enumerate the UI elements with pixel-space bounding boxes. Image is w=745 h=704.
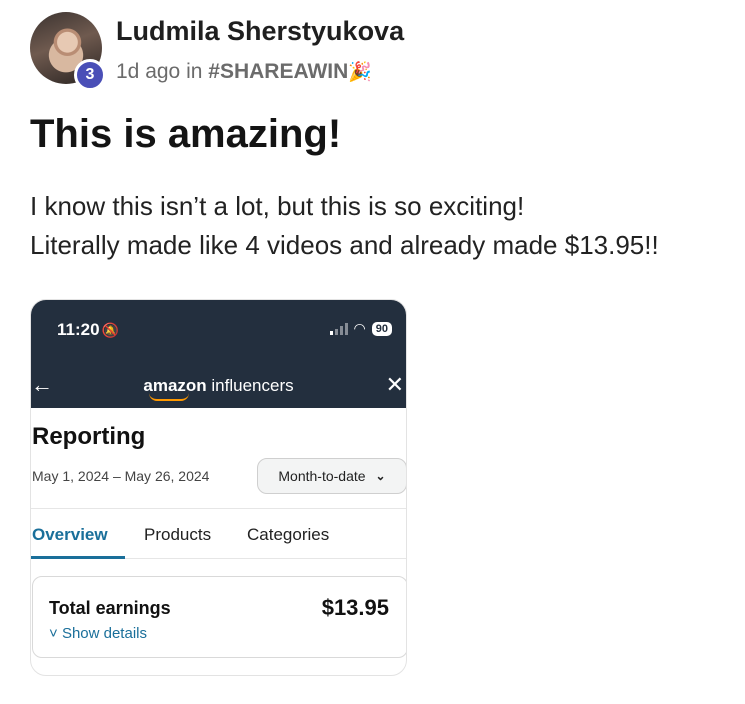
close-icon[interactable]: ✕ <box>386 372 404 398</box>
party-popper-icon: 🎉 <box>348 62 372 83</box>
status-time: 11:20 🔕 <box>57 320 119 339</box>
tab-overview[interactable]: Overview <box>32 525 108 545</box>
chevron-down-icon: ⌄ <box>375 469 386 483</box>
app-header: 11:20 🔕 ◠ 90 ← amazon influencers ✕ <box>31 300 406 408</box>
signal-icon <box>329 322 348 335</box>
post-body-line: Literally made like 4 videos and already… <box>30 230 659 260</box>
earnings-value: $13.95 <box>321 595 389 620</box>
author-name[interactable]: Ludmila Sherstyukova <box>116 16 404 47</box>
post-body-line: I know this isn’t a lot, but this is so … <box>30 191 525 221</box>
post-body: I know this isn’t a lot, but this is so … <box>30 187 659 265</box>
attached-screenshot[interactable]: 11:20 🔕 ◠ 90 ← amazon influencers ✕ Repor… <box>30 299 407 676</box>
tab-products[interactable]: Products <box>144 525 211 545</box>
amazon-influencers-logo: amazon influencers <box>31 376 406 401</box>
show-details-link[interactable]: ˅ Show details <box>49 625 147 642</box>
earnings-card: Total earnings $13.95 ˅ Show details <box>32 576 406 658</box>
amazon-smile-icon <box>149 393 189 401</box>
date-range: May 1, 2024 – May 26, 2024 <box>32 468 210 484</box>
level-badge: 3 <box>74 59 106 91</box>
post-title: This is amazing! <box>30 112 342 156</box>
channel-link[interactable]: #SHAREAWIN <box>208 60 348 83</box>
battery-icon: 90 <box>371 321 392 336</box>
bell-muted-icon: 🔕 <box>101 322 119 338</box>
divider <box>31 508 406 509</box>
post-meta: 1d ago in #SHAREAWIN🎉 <box>116 60 372 84</box>
tab-categories[interactable]: Categories <box>247 525 329 545</box>
status-icons: ◠ 90 <box>329 320 392 337</box>
post-time: 1d ago in <box>116 60 203 83</box>
reporting-title: Reporting <box>32 423 146 450</box>
earnings-label: Total earnings <box>49 598 171 618</box>
range-select[interactable]: Month-to-date ⌄ <box>257 458 406 494</box>
wifi-icon: ◠ <box>353 320 366 336</box>
active-tab-indicator <box>31 556 125 559</box>
chevron-down-icon: ˅ <box>49 625 58 642</box>
